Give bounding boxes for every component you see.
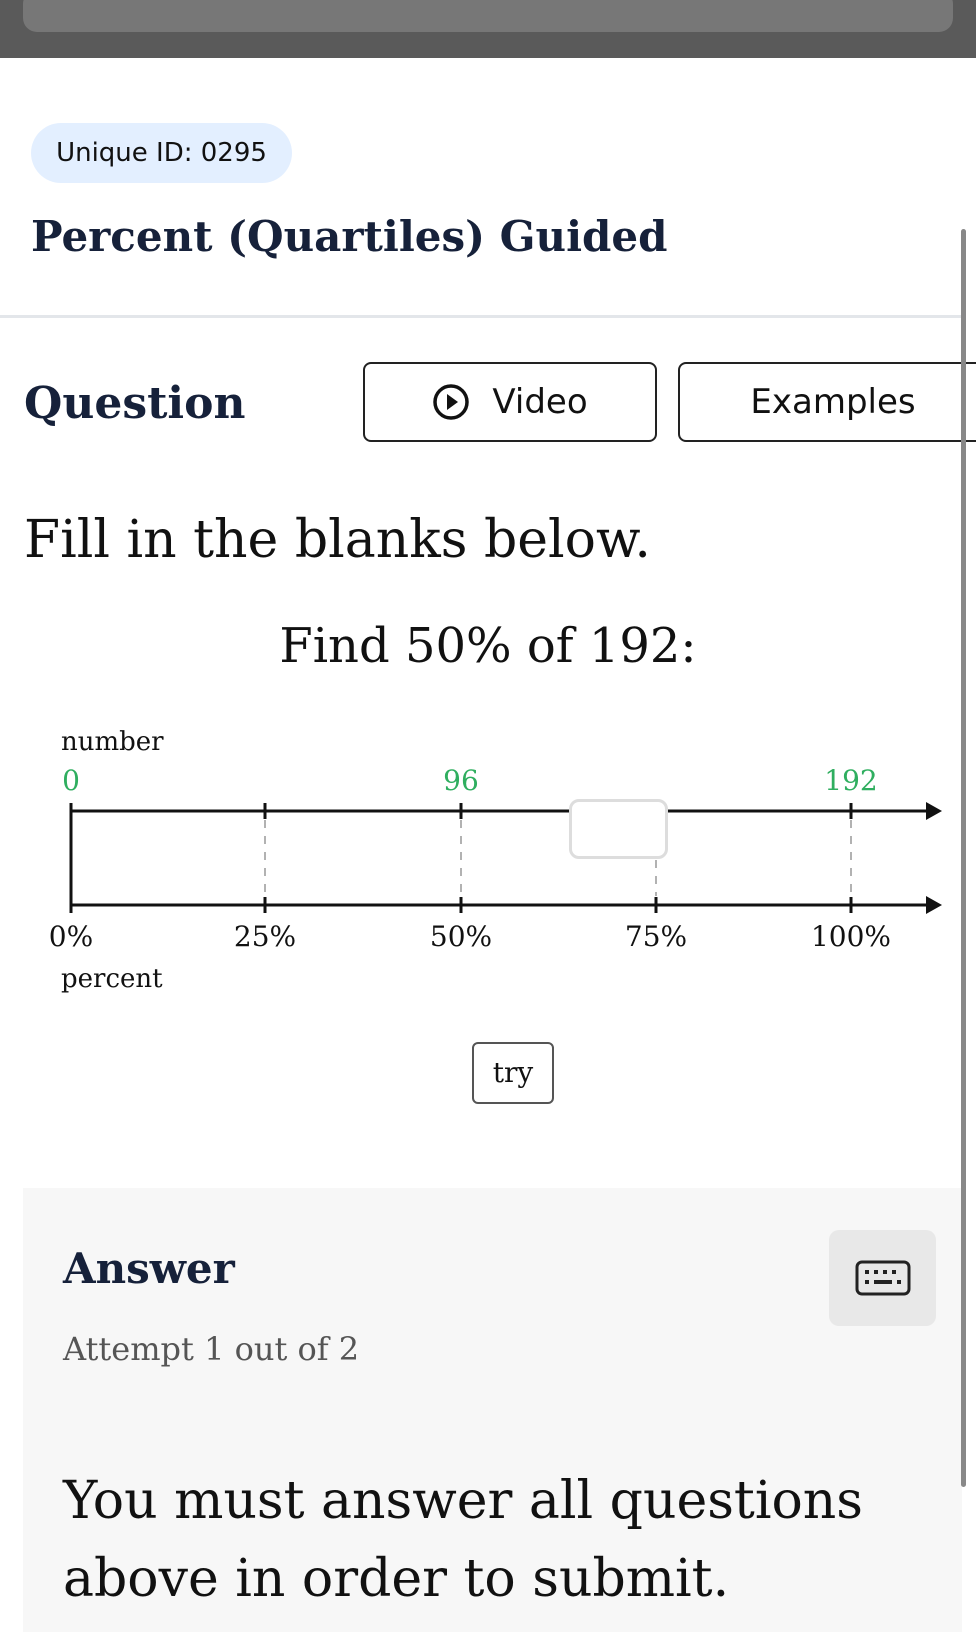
question-heading: Question [24,378,246,429]
divider [0,315,962,318]
url-bar[interactable] [23,0,953,32]
page-title: Percent (Quartiles) Guided [31,212,668,261]
unique-id-badge: Unique ID: 0295 [31,123,292,183]
question-prompt: Find 50% of 192: [279,618,697,674]
try-button[interactable]: try [472,1042,554,1104]
submit-message: You must answer all questions above in o… [63,1471,863,1609]
keyboard-icon [855,1260,910,1296]
scrollbar[interactable] [961,229,966,1487]
instruction-text: Fill in the blanks below. [24,510,651,570]
browser-toolbar [0,0,976,58]
attempt-counter: Attempt 1 out of 2 [63,1330,360,1368]
percent-label-25: 25% [233,920,297,953]
percent-label-75: 75% [624,920,688,953]
percent-label-100: 100% [810,920,892,953]
percent-label-0: 0% [48,920,94,953]
number-axis-label: number [61,727,164,757]
percent-axis-label: percent [61,964,163,994]
examples-button[interactable]: Examples [678,362,976,442]
play-circle-icon [433,384,470,420]
answer-heading: Answer [63,1244,235,1293]
percent-label-50: 50% [429,920,493,953]
number-blank-input[interactable] [569,799,668,859]
double-number-line [69,802,942,914]
video-label: Video [492,382,588,422]
keyboard-button[interactable] [829,1230,936,1326]
video-button[interactable]: Video [363,362,657,442]
